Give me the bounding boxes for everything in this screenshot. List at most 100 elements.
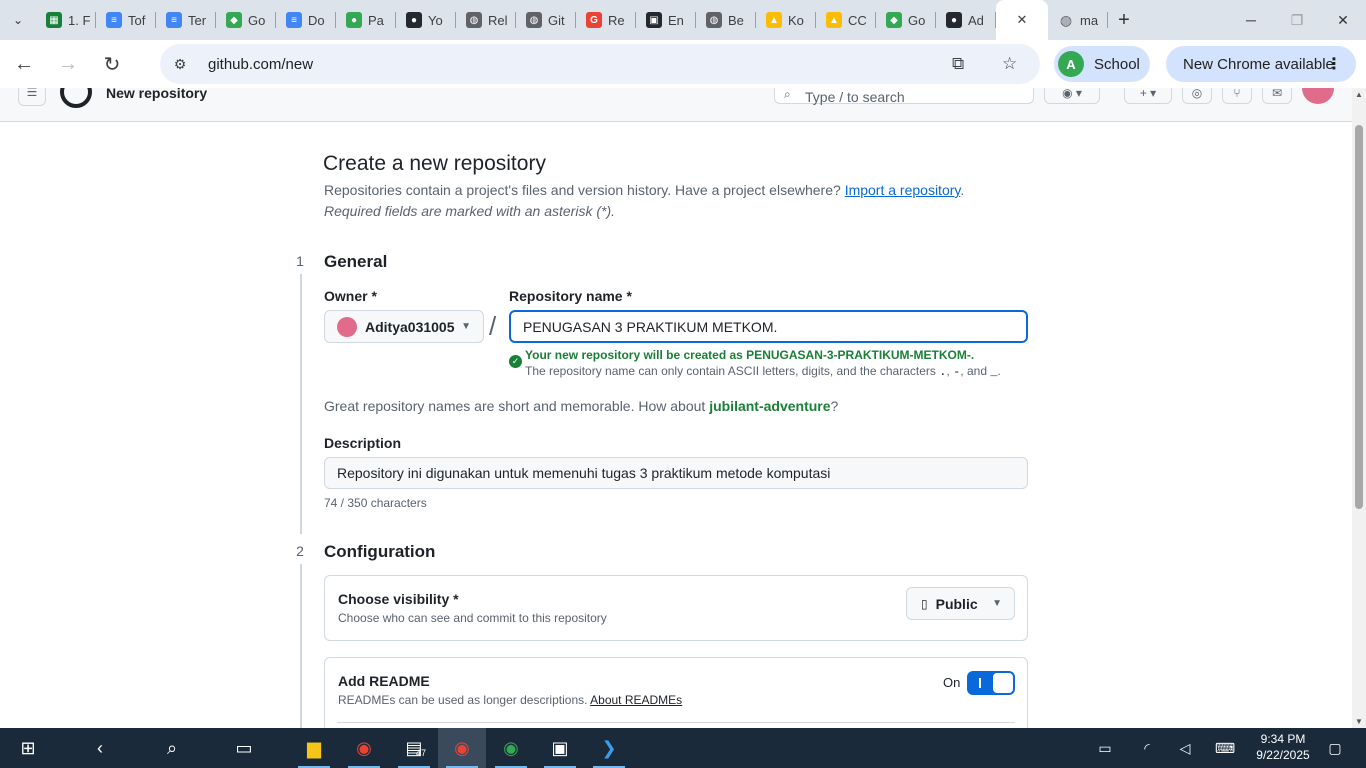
notepad-icon[interactable]: ▤ 47 xyxy=(390,728,438,768)
browser-tab[interactable]: G Re xyxy=(576,0,636,40)
tab-label: Go xyxy=(908,12,926,28)
new-tab-plus-icon[interactable]: + xyxy=(1108,0,1140,40)
github-logo-icon[interactable] xyxy=(60,88,92,108)
hint-sep: , and xyxy=(960,364,991,378)
owner-dropdown[interactable]: Aditya031005 ▼ xyxy=(324,310,484,343)
tab-last[interactable]: ◍ ma xyxy=(1048,0,1108,40)
system-clock[interactable]: 9:34 PM 9/22/2025 xyxy=(1248,731,1318,763)
hint-end: . xyxy=(997,364,1001,378)
more-menu-icon[interactable]: ⋮ xyxy=(1326,54,1342,74)
toggle-on-indicator xyxy=(979,678,981,688)
address-url[interactable]: github.com/new xyxy=(208,56,313,73)
readme-sub-text: READMEs can be used as longer descriptio… xyxy=(338,693,591,707)
tab-label: Do xyxy=(308,12,325,28)
browser-tab[interactable]: ▲ Ko xyxy=(756,0,816,40)
hint-char-underscore: _ xyxy=(990,365,998,379)
browser-tab[interactable]: ● Pa xyxy=(336,0,396,40)
issues-icon[interactable]: ◎ xyxy=(1182,88,1212,104)
visibility-box: Choose visibility * Choose who can see a… xyxy=(324,575,1028,641)
back-arrow-icon[interactable]: ← xyxy=(4,44,44,84)
bookmark-star-icon[interactable]: ☆ xyxy=(1002,54,1017,74)
readme-toggle-label: On xyxy=(943,675,961,690)
task-view-icon[interactable]: ▭ xyxy=(220,728,268,768)
about-readmes-link[interactable]: About READMEs xyxy=(590,693,682,707)
import-repository-link[interactable]: Import a repository xyxy=(845,182,961,198)
forward-arrow-icon[interactable]: → xyxy=(48,44,88,84)
browser-tab[interactable]: ◍ Rel xyxy=(456,0,516,40)
chrome-icon[interactable]: ◉ xyxy=(340,728,388,768)
header-title: New repository xyxy=(106,88,208,101)
tab-label: Rel xyxy=(488,12,508,28)
back-icon[interactable]: ‹ xyxy=(76,728,124,768)
browser-tab[interactable]: ▦ 1. F xyxy=(36,0,96,40)
visibility-title: Choose visibility * xyxy=(338,591,459,607)
browser-tab[interactable]: ● Ad xyxy=(936,0,996,40)
scrollbar-thumb[interactable] xyxy=(1355,125,1363,509)
step-line-2 xyxy=(300,564,302,728)
tab-favicon-icon: ≡ xyxy=(106,12,122,28)
tab-label: CC xyxy=(848,12,867,28)
profile-button[interactable]: A School xyxy=(1054,46,1150,82)
reload-icon[interactable]: ↻ xyxy=(92,44,132,84)
file-explorer-icon[interactable]: ▆ xyxy=(290,728,338,768)
terminal-icon[interactable]: ▣ xyxy=(536,728,584,768)
browser-tab[interactable]: ≡ Do xyxy=(276,0,336,40)
restore-icon[interactable]: ❐ xyxy=(1274,0,1320,40)
toggle-knob xyxy=(993,673,1013,693)
visibility-dropdown[interactable]: ▯ Public ▼ xyxy=(906,587,1015,620)
battery-icon[interactable]: ▭ xyxy=(1092,728,1118,768)
minimize-icon[interactable]: ─ xyxy=(1228,0,1274,40)
vscode-icon[interactable]: ❯ xyxy=(585,728,633,768)
install-app-icon[interactable]: ⧉ xyxy=(952,54,964,74)
chrome-profile-m-icon[interactable]: ◉ xyxy=(487,728,535,768)
chrome-profile-a-icon[interactable]: ◉ xyxy=(438,728,486,768)
search-icon[interactable]: ⌕ xyxy=(148,728,196,768)
browser-tab[interactable]: ▲ CC xyxy=(816,0,876,40)
tab-favicon-icon: ● xyxy=(946,12,962,28)
notifications-icon[interactable]: ▢ xyxy=(1322,728,1348,768)
hamburger-menu-icon[interactable]: ☰ xyxy=(18,88,46,106)
description-input[interactable] xyxy=(324,457,1028,489)
tab-favicon-icon: ◍ xyxy=(1059,11,1073,28)
browser-tab[interactable]: ● Yo xyxy=(396,0,456,40)
tab-search-chevron-icon[interactable]: ⌄ xyxy=(0,0,36,40)
repo-name-input[interactable] xyxy=(509,310,1028,343)
tab-favicon-icon: ● xyxy=(406,12,422,28)
browser-tab[interactable]: ≡ Ter xyxy=(156,0,216,40)
browser-tab[interactable]: ≡ Tof xyxy=(96,0,156,40)
global-search-input[interactable]: ⌕ Type / to search xyxy=(774,88,1034,105)
scroll-down-arrow-icon[interactable]: ▼ xyxy=(1355,717,1363,726)
tab-label: Go xyxy=(248,12,266,28)
network-icon[interactable]: ◜ xyxy=(1134,728,1160,768)
scroll-up-arrow-icon[interactable]: ▲ xyxy=(1355,90,1363,99)
address-bar[interactable]: ⚙ github.com/new ⧉ ☆ xyxy=(160,44,1040,84)
user-avatar[interactable] xyxy=(1302,88,1334,104)
browser-tab[interactable]: ◆ Go xyxy=(876,0,936,40)
create-new-icon[interactable]: + ▾ xyxy=(1124,88,1172,104)
browser-tab[interactable]: ◍ Git xyxy=(516,0,576,40)
inbox-icon[interactable]: ✉ xyxy=(1262,88,1292,104)
keyboard-icon[interactable]: ⌨ xyxy=(1210,728,1240,768)
tab-favicon-icon: ◆ xyxy=(886,12,902,28)
repo-icon: ▯ xyxy=(921,596,928,611)
close-window-icon[interactable]: ✕ xyxy=(1320,0,1366,40)
chevron-down-icon: ▼ xyxy=(992,598,1002,609)
site-settings-icon[interactable]: ⚙ xyxy=(160,56,200,73)
browser-tab[interactable]: ▣ En xyxy=(636,0,696,40)
suggested-name-button[interactable]: jubilant-adventure xyxy=(709,398,830,414)
volume-icon[interactable]: ◁ xyxy=(1172,728,1198,768)
browser-tab[interactable]: ◍ Be xyxy=(696,0,756,40)
tab-favicon-icon: ◍ xyxy=(706,12,722,28)
browser-tab[interactable]: ◆ Go xyxy=(216,0,276,40)
copilot-icon[interactable]: ◉ ▾ xyxy=(1044,88,1100,104)
tab-close-icon[interactable]: ✕ xyxy=(1017,12,1028,28)
owner-avatar xyxy=(337,316,357,337)
page-scrollbar[interactable]: ▲ ▼ xyxy=(1352,88,1366,728)
start-windows-icon[interactable]: ⊞ xyxy=(4,728,52,768)
active-tab-github[interactable]: ✕ xyxy=(996,0,1048,40)
chrome-update-button[interactable]: New Chrome available ⋮ xyxy=(1166,46,1356,82)
window-controls: ─ ❐ ✕ xyxy=(1228,0,1366,40)
pull-requests-icon[interactable]: ⑂ xyxy=(1222,88,1252,104)
readme-toggle[interactable] xyxy=(967,671,1015,695)
tab-favicon-icon: ▲ xyxy=(766,12,782,28)
